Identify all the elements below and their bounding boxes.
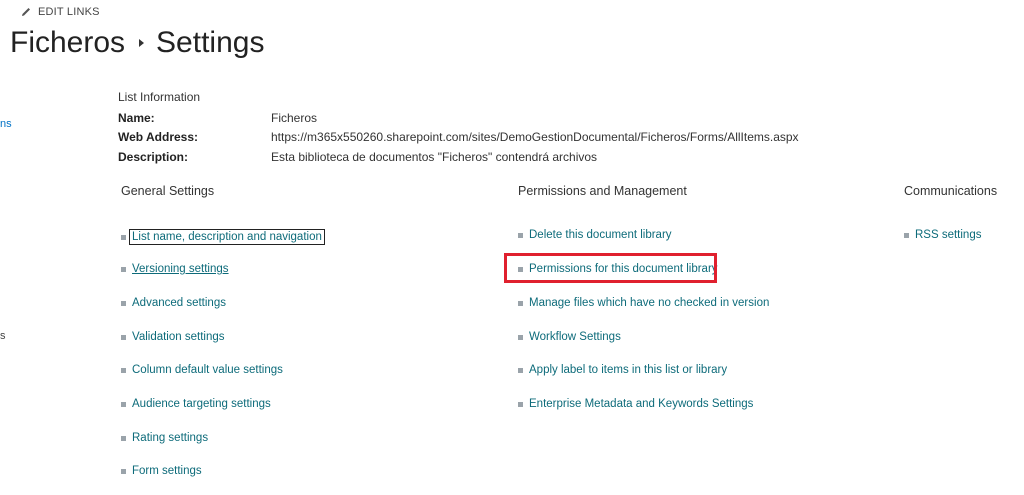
link-workflow-settings[interactable]: Workflow Settings bbox=[518, 331, 621, 343]
link-advanced-settings[interactable]: Advanced settings bbox=[121, 297, 226, 309]
highlight-annotation-box bbox=[504, 253, 717, 283]
info-row-description: Description: Esta biblioteca de document… bbox=[118, 150, 597, 166]
pencil-icon bbox=[22, 8, 30, 16]
bullet-icon bbox=[121, 334, 126, 340]
info-value: Esta biblioteca de documentos "Ficheros"… bbox=[271, 150, 598, 164]
info-label: Description: bbox=[118, 150, 189, 164]
bullet-icon bbox=[518, 367, 523, 373]
list-information-heading: List Information bbox=[118, 90, 201, 104]
link-column-default-value-settings[interactable]: Column default value settings bbox=[121, 364, 283, 376]
bullet-icon bbox=[904, 232, 909, 238]
bullet-icon bbox=[518, 232, 523, 238]
edit-links-button[interactable]: EDIT LINKS bbox=[20, 6, 100, 18]
link-text[interactable]: Validation settings bbox=[132, 331, 224, 343]
info-row-name: Name: Ficheros bbox=[118, 111, 317, 127]
bullet-icon bbox=[121, 300, 126, 306]
bullet-icon bbox=[121, 367, 126, 373]
link-enterprise-metadata-keywords[interactable]: Enterprise Metadata and Keywords Setting… bbox=[518, 398, 753, 410]
link-text[interactable]: List name, description and navigation bbox=[129, 229, 325, 245]
bullet-icon bbox=[121, 234, 126, 240]
link-text[interactable]: Advanced settings bbox=[132, 297, 226, 309]
link-list-name-description-navigation[interactable]: List name, description and navigation bbox=[121, 229, 325, 245]
bullet-icon bbox=[518, 300, 523, 306]
link-text[interactable]: Audience targeting settings bbox=[132, 398, 271, 410]
general-settings-heading: General Settings bbox=[121, 184, 215, 198]
link-text[interactable]: Apply label to items in this list or lib… bbox=[529, 364, 727, 376]
link-text[interactable]: Manage files which have no checked in ve… bbox=[529, 297, 769, 309]
link-text[interactable]: Enterprise Metadata and Keywords Setting… bbox=[529, 398, 753, 410]
bullet-icon bbox=[121, 401, 126, 407]
bullet-icon bbox=[121, 468, 126, 474]
link-rss-settings[interactable]: RSS settings bbox=[904, 229, 981, 241]
link-text[interactable]: Rating settings bbox=[132, 432, 208, 444]
link-text[interactable]: Versioning settings bbox=[132, 263, 229, 275]
bullet-icon bbox=[121, 435, 126, 441]
link-text[interactable]: Form settings bbox=[132, 465, 202, 477]
bullet-icon bbox=[518, 401, 523, 407]
info-label: Name: bbox=[118, 111, 155, 125]
left-nav-fragment[interactable]: ns bbox=[0, 118, 12, 130]
breadcrumb-root[interactable]: Ficheros bbox=[10, 26, 125, 60]
info-value: Ficheros bbox=[271, 111, 318, 125]
link-form-settings[interactable]: Form settings bbox=[121, 465, 202, 477]
breadcrumb-current: Settings bbox=[156, 26, 265, 59]
left-nav-fragment[interactable]: s bbox=[0, 330, 6, 342]
link-versioning-settings[interactable]: Versioning settings bbox=[121, 263, 229, 275]
link-text[interactable]: RSS settings bbox=[915, 229, 981, 241]
link-delete-document-library[interactable]: Delete this document library bbox=[518, 229, 672, 241]
link-audience-targeting-settings[interactable]: Audience targeting settings bbox=[121, 398, 271, 410]
link-text[interactable]: Delete this document library bbox=[529, 229, 672, 241]
link-validation-settings[interactable]: Validation settings bbox=[121, 331, 224, 343]
page-title: Ficheros Settings bbox=[10, 26, 264, 60]
link-text[interactable]: Column default value settings bbox=[132, 364, 283, 376]
link-manage-unchecked-files[interactable]: Manage files which have no checked in ve… bbox=[518, 297, 769, 309]
info-row-web-address: Web Address: https://m365x550260.sharepo… bbox=[118, 130, 799, 146]
bullet-icon bbox=[518, 334, 523, 340]
info-value: https://m365x550260.sharepoint.com/sites… bbox=[271, 130, 799, 144]
permissions-management-heading: Permissions and Management bbox=[518, 184, 687, 198]
communications-heading: Communications bbox=[904, 184, 998, 198]
bullet-icon bbox=[121, 266, 126, 272]
link-rating-settings[interactable]: Rating settings bbox=[121, 432, 208, 444]
edit-links-label: EDIT LINKS bbox=[38, 6, 100, 18]
link-apply-label[interactable]: Apply label to items in this list or lib… bbox=[518, 364, 727, 376]
info-label: Web Address: bbox=[118, 130, 199, 144]
breadcrumb-separator-icon bbox=[139, 39, 145, 47]
link-text[interactable]: Workflow Settings bbox=[529, 331, 621, 343]
